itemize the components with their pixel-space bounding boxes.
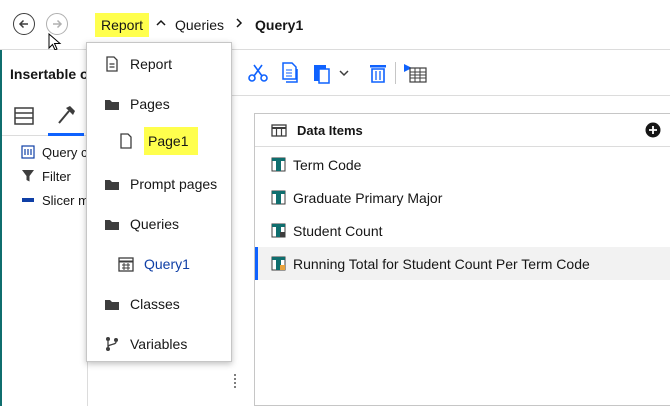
data-item-row-selected[interactable]: Running Total for Student Count Per Term…: [255, 247, 670, 280]
breadcrumb-report[interactable]: Report: [95, 13, 150, 37]
data-item-icon: [271, 190, 287, 205]
forward-button[interactable]: [46, 13, 68, 35]
add-circle-icon: [645, 122, 661, 138]
data-items-title: Data Items: [297, 123, 363, 138]
data-item-icon: [271, 157, 287, 172]
chevron-right-icon: [233, 17, 245, 32]
back-button[interactable]: [13, 13, 35, 35]
tree-item-label: Query c: [42, 144, 88, 160]
delete-icon: [370, 65, 386, 83]
table-add-icon: [404, 64, 427, 83]
menu-item-pages[interactable]: Pages: [103, 92, 170, 116]
folder-icon: [103, 218, 121, 231]
cut-button[interactable]: [246, 60, 270, 86]
breadcrumb-dropdown-menu: Report Pages Page1 Prompt pages Queries …: [86, 42, 232, 362]
data-item-row[interactable]: Graduate Primary Major: [255, 181, 670, 214]
tree-item-filter[interactable]: Filter: [20, 166, 71, 186]
data-item-label: Graduate Primary Major: [293, 189, 443, 206]
arrow-right-circle-icon: [53, 19, 63, 29]
menu-item-queries[interactable]: Queries: [103, 212, 179, 236]
menu-item-label: Report: [130, 56, 173, 72]
data-items-header: Data Items: [255, 114, 670, 147]
menu-item-label: Classes: [130, 296, 180, 312]
data-items-header-icon: [271, 124, 287, 140]
chevron-down-icon: [339, 70, 349, 77]
paste-options-dropdown[interactable]: [336, 60, 352, 86]
document-icon: [103, 56, 121, 72]
menu-item-page1[interactable]: Page1: [117, 127, 199, 155]
panel-title: Insertable o: [10, 66, 89, 82]
data-item-label: Term Code: [293, 156, 362, 173]
data-items-tab-icon: [14, 107, 34, 125]
cut-icon: [248, 64, 268, 82]
query-editor-area: Data Items Term Code Graduate Primary Ma…: [232, 50, 670, 406]
editor-toolbar: [232, 50, 670, 96]
data-item-row[interactable]: Term Code: [255, 148, 670, 181]
insertable-objects-panel: Insertable o Query c Filter Slicer m: [0, 50, 90, 406]
menu-item-query1[interactable]: Query1: [117, 252, 190, 276]
arrow-left-circle-icon: [18, 19, 28, 29]
data-item-label: Student Count: [293, 222, 383, 239]
data-item-row[interactable]: Student Count: [255, 214, 670, 247]
data-item-label: Running Total for Student Count Per Term…: [293, 255, 590, 272]
query-calculation-icon: [20, 145, 36, 159]
toolbar-divider: [395, 62, 396, 84]
menu-item-label: Prompt pages: [130, 176, 218, 192]
mouse-pointer-icon: [48, 33, 62, 51]
toolbox-hammer-icon: [58, 105, 75, 124]
calculated-data-item-icon: [271, 223, 287, 238]
slicer-member-icon: [20, 197, 36, 203]
tree-item-label: Slicer m: [42, 192, 89, 208]
delete-button[interactable]: [366, 60, 390, 86]
filter-icon: [20, 169, 36, 183]
menu-item-label: Variables: [130, 336, 188, 352]
variables-branch-icon: [103, 336, 121, 352]
menu-item-label: Pages: [130, 96, 170, 112]
paste-button[interactable]: [310, 60, 334, 86]
breadcrumb-queries[interactable]: Queries: [175, 17, 224, 33]
folder-icon: [103, 98, 121, 111]
menu-item-label: Query1: [144, 256, 190, 272]
tree-item-query-calculation[interactable]: Query c: [20, 142, 88, 162]
tree-item-label: Filter: [42, 168, 71, 184]
breadcrumb-query1[interactable]: Query1: [255, 17, 303, 33]
tab-data-items[interactable]: [6, 96, 42, 136]
tab-toolbox[interactable]: [48, 96, 84, 136]
tree-item-slicer[interactable]: Slicer m: [20, 190, 89, 210]
folder-icon: [103, 178, 121, 191]
chevron-up-icon[interactable]: [155, 17, 167, 32]
menu-item-prompt-pages[interactable]: Prompt pages: [103, 172, 217, 196]
calculated-data-item-icon: [271, 256, 287, 271]
copy-button[interactable]: [278, 60, 302, 86]
menu-item-report[interactable]: Report: [103, 52, 172, 76]
copy-icon: [282, 62, 298, 83]
page-icon: [117, 133, 135, 149]
add-data-item-button[interactable]: [645, 122, 661, 141]
panel-tabs: [2, 96, 90, 136]
menu-item-label: Queries: [130, 216, 180, 232]
query-table-icon: [117, 256, 135, 272]
table-add-button[interactable]: [402, 60, 428, 86]
folder-icon: [103, 298, 121, 311]
menu-item-label: Page1: [144, 127, 199, 155]
menu-item-classes[interactable]: Classes: [103, 292, 180, 316]
data-items-panel: Data Items Term Code Graduate Primary Ma…: [254, 113, 670, 406]
paste-icon: [314, 65, 330, 84]
menu-item-variables[interactable]: Variables: [103, 332, 187, 356]
panel-splitter-handle[interactable]: [233, 373, 237, 389]
